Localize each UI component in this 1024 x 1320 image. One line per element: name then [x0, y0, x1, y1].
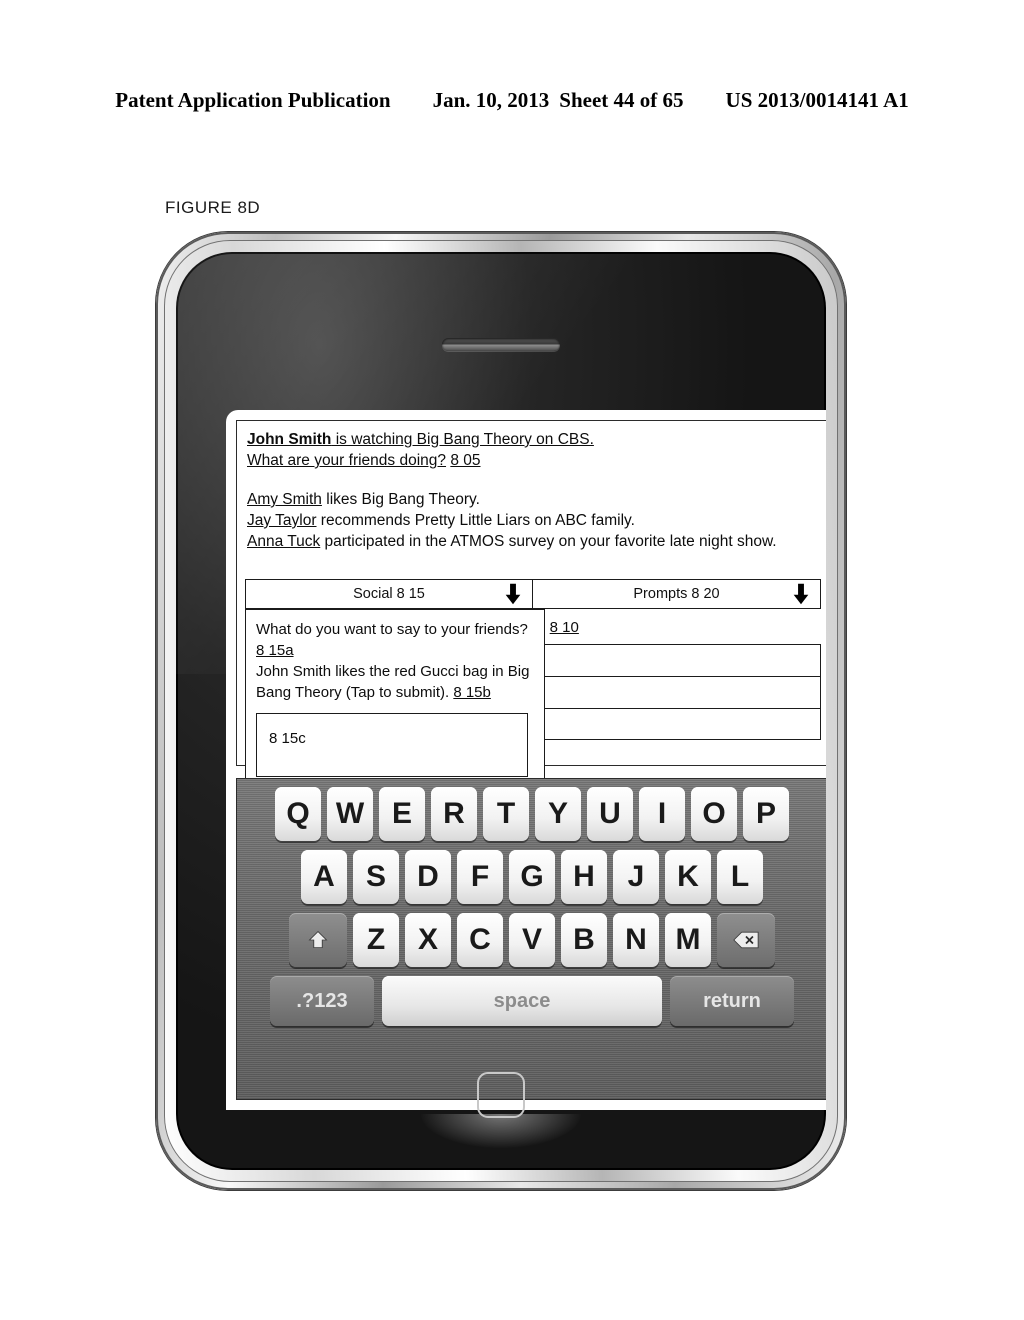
- key-m[interactable]: M: [665, 913, 711, 967]
- feed-item-2-name[interactable]: Jay Taylor: [247, 512, 317, 529]
- tab-prompts-label: Prompts 8 20: [633, 586, 720, 602]
- key-t[interactable]: T: [483, 787, 529, 841]
- key-c[interactable]: C: [457, 913, 503, 967]
- feed-item-2: Jay Taylor recommends Pretty Little Liar…: [247, 510, 817, 531]
- return-key[interactable]: return: [670, 976, 794, 1026]
- feed-question-text: What are your friends doing?: [247, 452, 447, 469]
- numbers-key[interactable]: .?123: [270, 976, 374, 1026]
- key-f[interactable]: F: [457, 850, 503, 904]
- key-r[interactable]: R: [431, 787, 477, 841]
- figure-label: FIGURE 8D: [165, 198, 261, 217]
- keyboard-row-4: .?123 space return: [243, 976, 821, 1026]
- feed-item-1: Amy Smith likes Big Bang Theory.: [247, 489, 817, 510]
- keyboard-row-1: Q W E R T Y U I O P: [243, 787, 821, 841]
- status-user-name[interactable]: John Smith: [247, 431, 331, 448]
- home-button[interactable]: [477, 1072, 525, 1118]
- key-e[interactable]: E: [379, 787, 425, 841]
- popup-question-ref-line: 8 15a: [256, 640, 534, 661]
- obscured-prompt-ref: 8 10: [549, 619, 579, 636]
- feed-question-line: What are your friends doing? 8 05: [247, 450, 817, 471]
- feed-item-3-text: participated in the ATMOS survey on your…: [320, 533, 777, 550]
- tab-social-label: Social 8 15: [353, 586, 425, 602]
- patent-header-sheet: Sheet 44 of 65: [559, 88, 684, 112]
- patent-publication-number: US 2013/0014141 A1: [725, 88, 909, 112]
- feed-spacer: [247, 471, 817, 489]
- key-z[interactable]: Z: [353, 913, 399, 967]
- compose-input[interactable]: 8 15c: [256, 713, 528, 777]
- patent-header: Patent Application Publication Jan. 10, …: [0, 88, 1024, 113]
- social-feed-block: John Smith is watching Big Bang Theory o…: [237, 421, 826, 552]
- popup-suggestion-line[interactable]: John Smith likes the red Gucci bag in Bi…: [256, 661, 534, 703]
- key-x[interactable]: X: [405, 913, 451, 967]
- key-d[interactable]: D: [405, 850, 451, 904]
- phone-device: John Smith is watching Big Bang Theory o…: [156, 232, 846, 1190]
- key-y[interactable]: Y: [535, 787, 581, 841]
- popup-question-ref: 8 15a: [256, 642, 294, 659]
- feed-item-1-name[interactable]: Amy Smith: [247, 491, 322, 508]
- down-arrow-icon[interactable]: [500, 583, 521, 605]
- popup-suggestion-ref: 8 15b: [453, 684, 491, 701]
- key-b[interactable]: B: [561, 913, 607, 967]
- home-button-glow: [421, 1114, 581, 1148]
- key-s[interactable]: S: [353, 850, 399, 904]
- tab-social[interactable]: Social 8 15: [245, 579, 533, 609]
- keyboard-row-2: A S D F G H J K L: [243, 850, 821, 904]
- feed-item-2-text: recommends Pretty Little Liars on ABC fa…: [316, 512, 635, 529]
- key-j[interactable]: J: [613, 850, 659, 904]
- patent-header-date: Jan. 10, 2013: [432, 88, 550, 112]
- tab-bar: Social 8 15 Prompts 8 20: [245, 579, 821, 609]
- feed-item-3: Anna Tuck participated in the ATMOS surv…: [247, 531, 817, 552]
- key-n[interactable]: N: [613, 913, 659, 967]
- feed-item-1-text: likes Big Bang Theory.: [321, 491, 480, 508]
- key-a[interactable]: A: [301, 850, 347, 904]
- shift-icon[interactable]: [289, 913, 347, 967]
- social-dropdown-popup: What do you want to say to your friends?…: [245, 609, 545, 795]
- key-u[interactable]: U: [587, 787, 633, 841]
- key-v[interactable]: V: [509, 913, 555, 967]
- status-line: John Smith is watching Big Bang Theory o…: [247, 429, 817, 450]
- patent-header-title: Patent Application Publication: [115, 88, 391, 112]
- backspace-icon[interactable]: [717, 913, 775, 967]
- phone-screen: John Smith is watching Big Bang Theory o…: [226, 410, 826, 1110]
- key-w[interactable]: W: [327, 787, 373, 841]
- feed-item-3-name[interactable]: Anna Tuck: [247, 533, 320, 550]
- key-o[interactable]: O: [691, 787, 737, 841]
- earpiece-speaker-icon: [442, 338, 560, 351]
- key-q[interactable]: Q: [275, 787, 321, 841]
- key-p[interactable]: P: [743, 787, 789, 841]
- key-k[interactable]: K: [665, 850, 711, 904]
- status-activity-text: is watching Big Bang Theory on CBS.: [331, 431, 594, 448]
- popup-question-text: What do you want to say to your friends?: [256, 621, 528, 638]
- key-l[interactable]: L: [717, 850, 763, 904]
- key-g[interactable]: G: [509, 850, 555, 904]
- tab-prompts[interactable]: Prompts 8 20: [533, 579, 821, 609]
- keyboard-row-3: Z X C V B N M: [243, 913, 821, 967]
- down-arrow-icon[interactable]: [788, 583, 809, 605]
- app-content-area: John Smith is watching Big Bang Theory o…: [236, 420, 826, 795]
- key-i[interactable]: I: [639, 787, 685, 841]
- feed-question-ref: 8 05: [450, 452, 481, 469]
- on-screen-keyboard: Q W E R T Y U I O P A S D F G H J K L Z …: [236, 778, 826, 1100]
- key-h[interactable]: H: [561, 850, 607, 904]
- space-key[interactable]: space: [382, 976, 662, 1026]
- popup-question-line: What do you want to say to your friends?: [256, 619, 534, 640]
- phone-front-face: John Smith is watching Big Bang Theory o…: [176, 252, 826, 1170]
